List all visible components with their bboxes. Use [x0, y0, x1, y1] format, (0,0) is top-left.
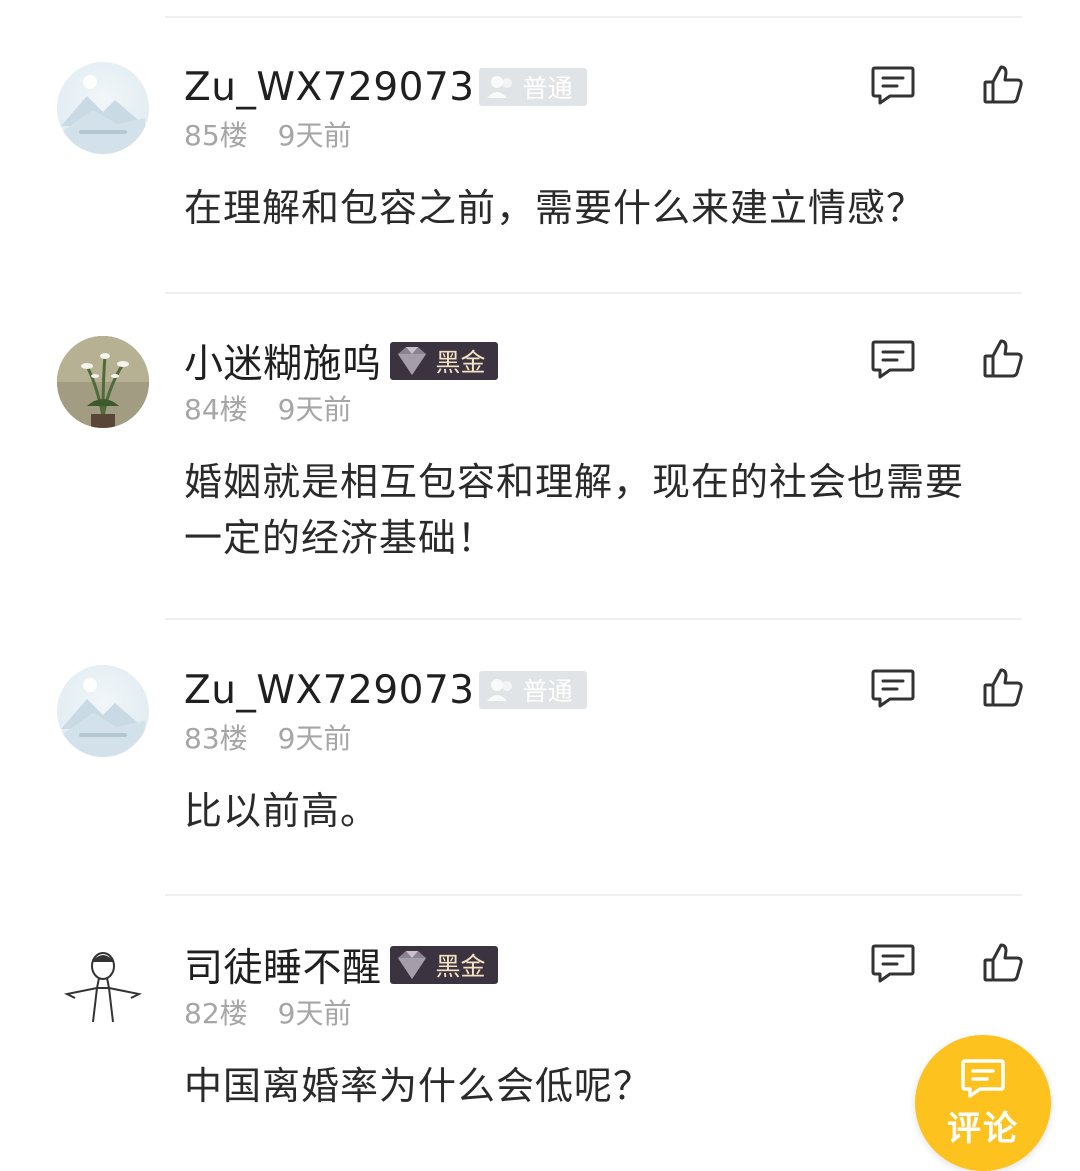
thumbs-up-icon[interactable] [980, 940, 1026, 986]
avatar[interactable] [57, 665, 149, 757]
comment-meta: 84楼 9天前 [184, 388, 351, 428]
username[interactable]: 司徒睡不醒 [184, 937, 382, 993]
member-badge: 普通 [478, 68, 587, 106]
avatar[interactable] [57, 336, 149, 428]
member-badge-icon [486, 76, 512, 98]
username[interactable]: Zu_WX729073 [184, 668, 475, 713]
badge-label: 黑金 [435, 348, 486, 377]
member-badge: 黑金 [389, 946, 498, 984]
badge-label: 普通 [522, 677, 573, 706]
member-badge-icon [486, 679, 512, 701]
comment-text: 在理解和包容之前，需要什么来建立情感？ [184, 186, 926, 230]
avatar[interactable] [57, 940, 149, 1032]
post-time: 9天前 [277, 119, 352, 152]
reply-icon[interactable] [870, 667, 916, 709]
floor-number: 85楼 [184, 119, 248, 152]
thumbs-up-icon[interactable] [980, 665, 1026, 711]
comment-text: 比以前高。 [184, 789, 380, 833]
divider [165, 894, 1022, 896]
comment-text: 中国离婚率为什么会低呢？ [184, 1064, 653, 1108]
thumbs-up-icon[interactable] [980, 336, 1026, 382]
write-comment-button[interactable]: 评论 [915, 1035, 1051, 1171]
post-time: 9天前 [277, 722, 352, 755]
reply-icon[interactable] [870, 942, 916, 984]
reply-icon[interactable] [870, 64, 916, 106]
badge-label: 黑金 [435, 952, 486, 981]
comment-icon [961, 1059, 1005, 1098]
comment-text: 婚姻就是相互包容和理解，现在的社会也需要一定的经济基础！ [184, 460, 965, 560]
floor-number: 84楼 [184, 393, 248, 426]
divider [165, 292, 1022, 294]
badge-label: 普通 [522, 74, 573, 103]
member-badge: 普通 [478, 671, 587, 709]
floor-number: 82楼 [184, 997, 248, 1030]
member-badge: 黑金 [389, 342, 498, 380]
post-time: 9天前 [277, 997, 352, 1030]
comment-meta: 85楼 9天前 [184, 114, 351, 154]
avatar[interactable] [57, 62, 149, 154]
diamond-icon [397, 951, 426, 979]
comment-meta: 82楼 9天前 [184, 992, 351, 1032]
divider [165, 618, 1022, 620]
comment-meta: 83楼 9天前 [184, 717, 351, 757]
floor-number: 83楼 [184, 722, 248, 755]
username[interactable]: Zu_WX729073 [184, 65, 475, 110]
top-divider [165, 16, 1022, 18]
diamond-icon [397, 347, 426, 375]
thumbs-up-icon[interactable] [980, 62, 1026, 108]
username[interactable]: 小迷糊施呜 [184, 333, 382, 389]
post-time: 9天前 [277, 393, 352, 426]
reply-icon[interactable] [870, 338, 916, 380]
write-comment-label: 评论 [947, 1109, 1019, 1149]
